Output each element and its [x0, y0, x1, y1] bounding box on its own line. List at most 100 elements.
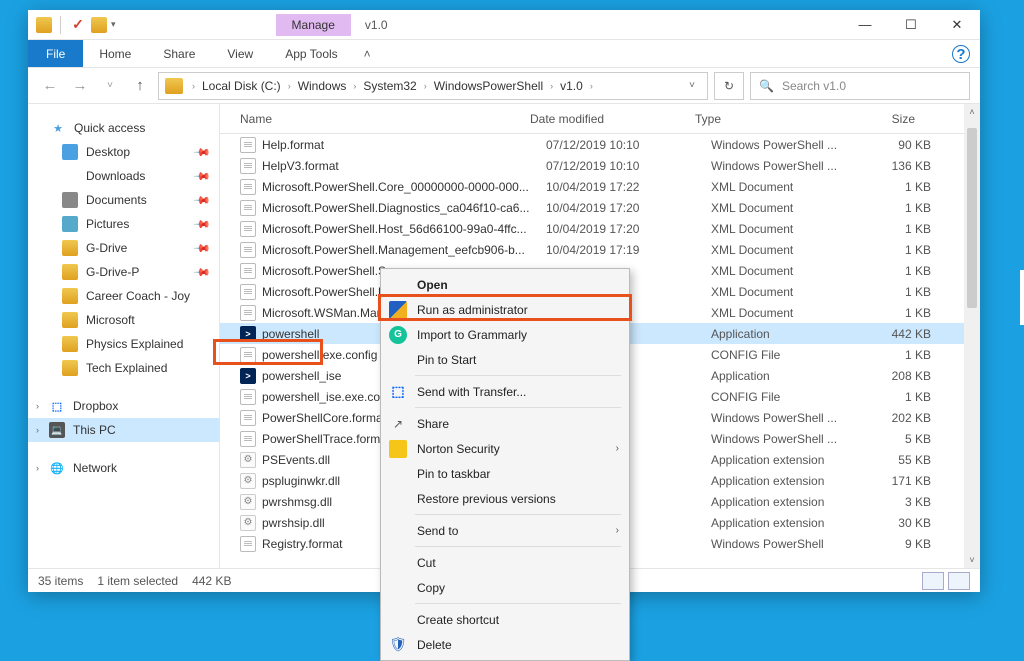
sidebar-item[interactable]: Documents📌: [28, 188, 219, 212]
file-date: 10/04/2019 17:20: [546, 201, 711, 215]
breadcrumb-item[interactable]: Local Disk (C:): [200, 79, 283, 93]
pin-icon: 📌: [193, 239, 212, 258]
quick-access-toolbar: ✓ ▾: [36, 16, 116, 34]
address-drop-icon[interactable]: ˅: [683, 80, 701, 91]
menu-copy[interactable]: Copy: [381, 575, 629, 600]
file-row[interactable]: HelpV3.format07/12/2019 10:10Windows Pow…: [220, 155, 980, 176]
history-chevron-icon[interactable]: ˅: [98, 74, 122, 98]
file-size: 171 KB: [851, 474, 931, 488]
menu-send-to[interactable]: Send to›: [381, 518, 629, 543]
menu-share[interactable]: ↗Share: [381, 411, 629, 436]
view-details-button[interactable]: [922, 572, 944, 590]
close-button[interactable]: ✕: [934, 10, 980, 40]
tab-home[interactable]: Home: [83, 40, 147, 67]
chevron-right-icon[interactable]: ›: [36, 425, 39, 435]
sidebar-item[interactable]: Physics Explained: [28, 332, 219, 356]
menu-grammarly[interactable]: GImport to Grammarly: [381, 322, 629, 347]
tab-view[interactable]: View: [211, 40, 269, 67]
menu-create-shortcut[interactable]: Create shortcut: [381, 607, 629, 632]
new-folder-icon[interactable]: [91, 17, 107, 33]
menu-send-transfer[interactable]: ⬚Send with Transfer...: [381, 379, 629, 404]
menu-run-as-admin[interactable]: Run as administrator: [381, 297, 629, 322]
tab-file[interactable]: File: [28, 40, 83, 67]
scroll-down-icon[interactable]: ˅: [964, 552, 980, 568]
minimize-button[interactable]: —: [842, 10, 888, 40]
sidebar-item[interactable]: G-Drive📌: [28, 236, 219, 260]
context-tab-manage[interactable]: Manage: [276, 14, 351, 36]
column-size[interactable]: Size: [835, 112, 915, 126]
address-bar[interactable]: › Local Disk (C:)› Windows› System32› Wi…: [158, 72, 708, 100]
chevron-right-icon[interactable]: ›: [36, 401, 39, 411]
file-row[interactable]: Microsoft.PowerShell.Diagnostics_ca046f1…: [220, 197, 980, 218]
column-date[interactable]: Date modified: [530, 112, 695, 126]
search-box[interactable]: 🔍 Search v1.0: [750, 72, 970, 100]
sidebar-quick-access[interactable]: ★Quick access: [28, 116, 219, 140]
breadcrumb-item[interactable]: WindowsPowerShell: [432, 79, 545, 93]
menu-open[interactable]: Open: [381, 272, 629, 297]
file-row[interactable]: Help.format07/12/2019 10:10Windows Power…: [220, 134, 980, 155]
file-type: XML Document: [711, 264, 851, 278]
file-type: CONFIG File: [711, 348, 851, 362]
menu-pin-taskbar[interactable]: Pin to taskbar: [381, 461, 629, 486]
tab-share[interactable]: Share: [147, 40, 211, 67]
tab-app-tools[interactable]: App Tools: [269, 40, 353, 67]
file-size: 1 KB: [851, 285, 931, 299]
file-size: 208 KB: [851, 369, 931, 383]
column-name[interactable]: Name: [240, 112, 530, 126]
menu-cut[interactable]: Cut: [381, 550, 629, 575]
breadcrumb-item[interactable]: Windows: [296, 79, 349, 93]
chevron-right-icon[interactable]: ›: [189, 81, 198, 91]
navigation-pane: ★Quick access Desktop📌Downloads📌Document…: [28, 104, 220, 568]
help-icon[interactable]: ?: [952, 45, 970, 63]
sidebar-item[interactable]: Tech Explained: [28, 356, 219, 380]
file-row[interactable]: Microsoft.PowerShell.Management_eefcb906…: [220, 239, 980, 260]
file-size: 9 KB: [851, 537, 931, 551]
column-type[interactable]: Type: [695, 112, 835, 126]
sidebar-item[interactable]: Desktop📌: [28, 140, 219, 164]
file-name: Microsoft.PowerShell.Host_56d66100-99a0-…: [262, 222, 546, 236]
menu-norton[interactable]: Norton Security›: [381, 436, 629, 461]
sidebar-item[interactable]: G-Drive-P📌: [28, 260, 219, 284]
folder-icon: [62, 192, 78, 208]
menu-label: Restore previous versions: [417, 492, 556, 506]
sidebar-network[interactable]: ›🌐Network: [28, 456, 219, 480]
breadcrumb-item[interactable]: v1.0: [558, 79, 585, 93]
refresh-button[interactable]: ↻: [714, 72, 744, 100]
sidebar-item[interactable]: Pictures📌: [28, 212, 219, 236]
view-large-button[interactable]: [948, 572, 970, 590]
chevron-right-icon[interactable]: ›: [36, 463, 39, 473]
file-size: 1 KB: [851, 201, 931, 215]
file-name: Microsoft.PowerShell.Core_00000000-0000-…: [262, 180, 546, 194]
file-icon: [240, 137, 256, 153]
menu-restore-versions[interactable]: Restore previous versions: [381, 486, 629, 511]
file-row[interactable]: Microsoft.PowerShell.Core_00000000-0000-…: [220, 176, 980, 197]
sidebar-item[interactable]: Microsoft: [28, 308, 219, 332]
breadcrumb-item[interactable]: System32: [361, 79, 418, 93]
sidebar-dropbox[interactable]: ›⬚Dropbox: [28, 394, 219, 418]
chevron-right-icon[interactable]: ›: [350, 81, 359, 91]
properties-icon[interactable]: ✓: [69, 16, 87, 34]
sidebar-item[interactable]: Career Coach - Joy: [28, 284, 219, 308]
sidebar-this-pc[interactable]: ›💻This PC: [28, 418, 219, 442]
scrollbar[interactable]: ˄ ˅: [964, 104, 980, 568]
sidebar-item[interactable]: Downloads📌: [28, 164, 219, 188]
menu-pin-start[interactable]: Pin to Start: [381, 347, 629, 372]
scroll-up-icon[interactable]: ˄: [964, 104, 980, 120]
qat-chevron-icon[interactable]: ▾: [111, 19, 116, 30]
chevron-right-icon[interactable]: ›: [285, 81, 294, 91]
forward-button[interactable]: →: [68, 74, 92, 98]
chevron-right-icon[interactable]: ›: [587, 81, 596, 91]
file-size: 30 KB: [851, 516, 931, 530]
menu-delete[interactable]: 🛡Delete: [381, 632, 629, 657]
chevron-right-icon[interactable]: ›: [547, 81, 556, 91]
scroll-thumb[interactable]: [967, 128, 977, 308]
file-date: 10/04/2019 17:20: [546, 222, 711, 236]
back-button[interactable]: ←: [38, 74, 62, 98]
file-icon: [240, 347, 256, 363]
file-row[interactable]: Microsoft.PowerShell.Host_56d66100-99a0-…: [220, 218, 980, 239]
maximize-button[interactable]: ☐: [888, 10, 934, 40]
chevron-right-icon[interactable]: ›: [421, 81, 430, 91]
folder-icon[interactable]: [36, 17, 52, 33]
up-button[interactable]: ↑: [128, 74, 152, 98]
collapse-ribbon-icon[interactable]: ˄: [354, 40, 381, 67]
